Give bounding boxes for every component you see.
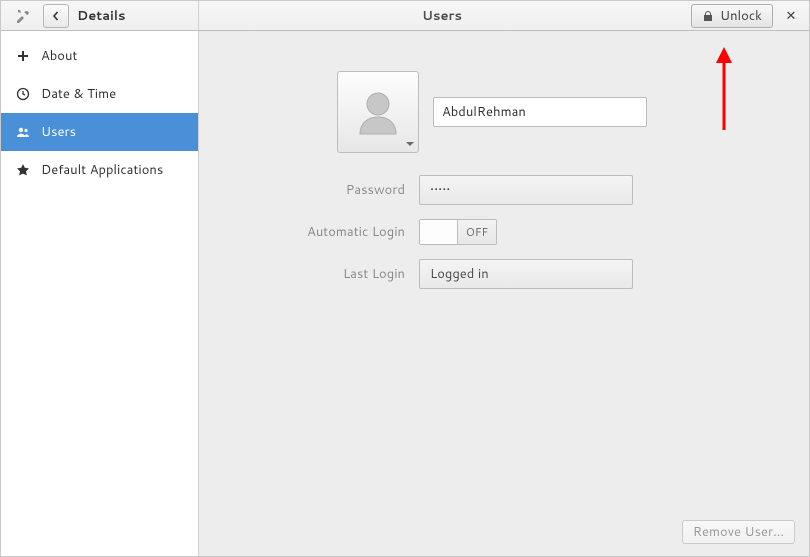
tools-icon (14, 8, 30, 24)
close-button[interactable]: ✕ (779, 4, 803, 28)
star-icon (15, 162, 31, 178)
header-right: Unlock ✕ (685, 1, 809, 30)
close-icon: ✕ (786, 7, 797, 25)
back-button[interactable] (43, 4, 69, 28)
unlock-button-label: Unlock (720, 7, 762, 25)
remove-user-button-label: Remove User... (693, 523, 784, 541)
headerbar: Details Users Unlock ✕ (1, 1, 809, 31)
toggle-state-label: OFF (458, 220, 496, 244)
page-title: Users (199, 1, 685, 30)
autologin-label: Automatic Login (249, 223, 419, 241)
toggle-knob (420, 220, 458, 244)
content-pane: Password ••••• Automatic Login OFF Last … (199, 31, 809, 556)
lastlogin-value[interactable]: Logged in (419, 259, 633, 289)
autologin-toggle[interactable]: OFF (419, 219, 497, 245)
plus-icon (15, 48, 31, 64)
clock-icon (15, 86, 31, 102)
sidebar-item-label: Default Applications (41, 161, 163, 179)
sidebar-item-default-apps[interactable]: Default Applications (1, 151, 198, 189)
username-input[interactable] (433, 97, 647, 127)
section-title: Details (77, 7, 126, 25)
sidebar-item-label: Date & Time (41, 85, 116, 103)
sidebar: About Date & Time Users Default Applicat… (1, 31, 199, 556)
password-value[interactable]: ••••• (419, 175, 633, 205)
users-icon (15, 124, 31, 140)
chevron-left-icon (51, 11, 61, 21)
sidebar-item-label: Users (41, 123, 76, 141)
sidebar-item-users[interactable]: Users (1, 113, 198, 151)
unlock-button[interactable]: Unlock (691, 4, 773, 28)
settings-icon-button[interactable] (9, 4, 35, 28)
avatar-icon (350, 84, 406, 140)
lock-icon (702, 10, 714, 22)
remove-user-button[interactable]: Remove User... (682, 520, 795, 544)
password-label: Password (249, 181, 419, 199)
avatar-picker[interactable] (337, 71, 419, 153)
sidebar-item-datetime[interactable]: Date & Time (1, 75, 198, 113)
lastlogin-label: Last Login (249, 265, 419, 283)
header-left: Details (1, 1, 199, 30)
sidebar-item-label: About (41, 47, 77, 65)
sidebar-item-about[interactable]: About (1, 37, 198, 75)
